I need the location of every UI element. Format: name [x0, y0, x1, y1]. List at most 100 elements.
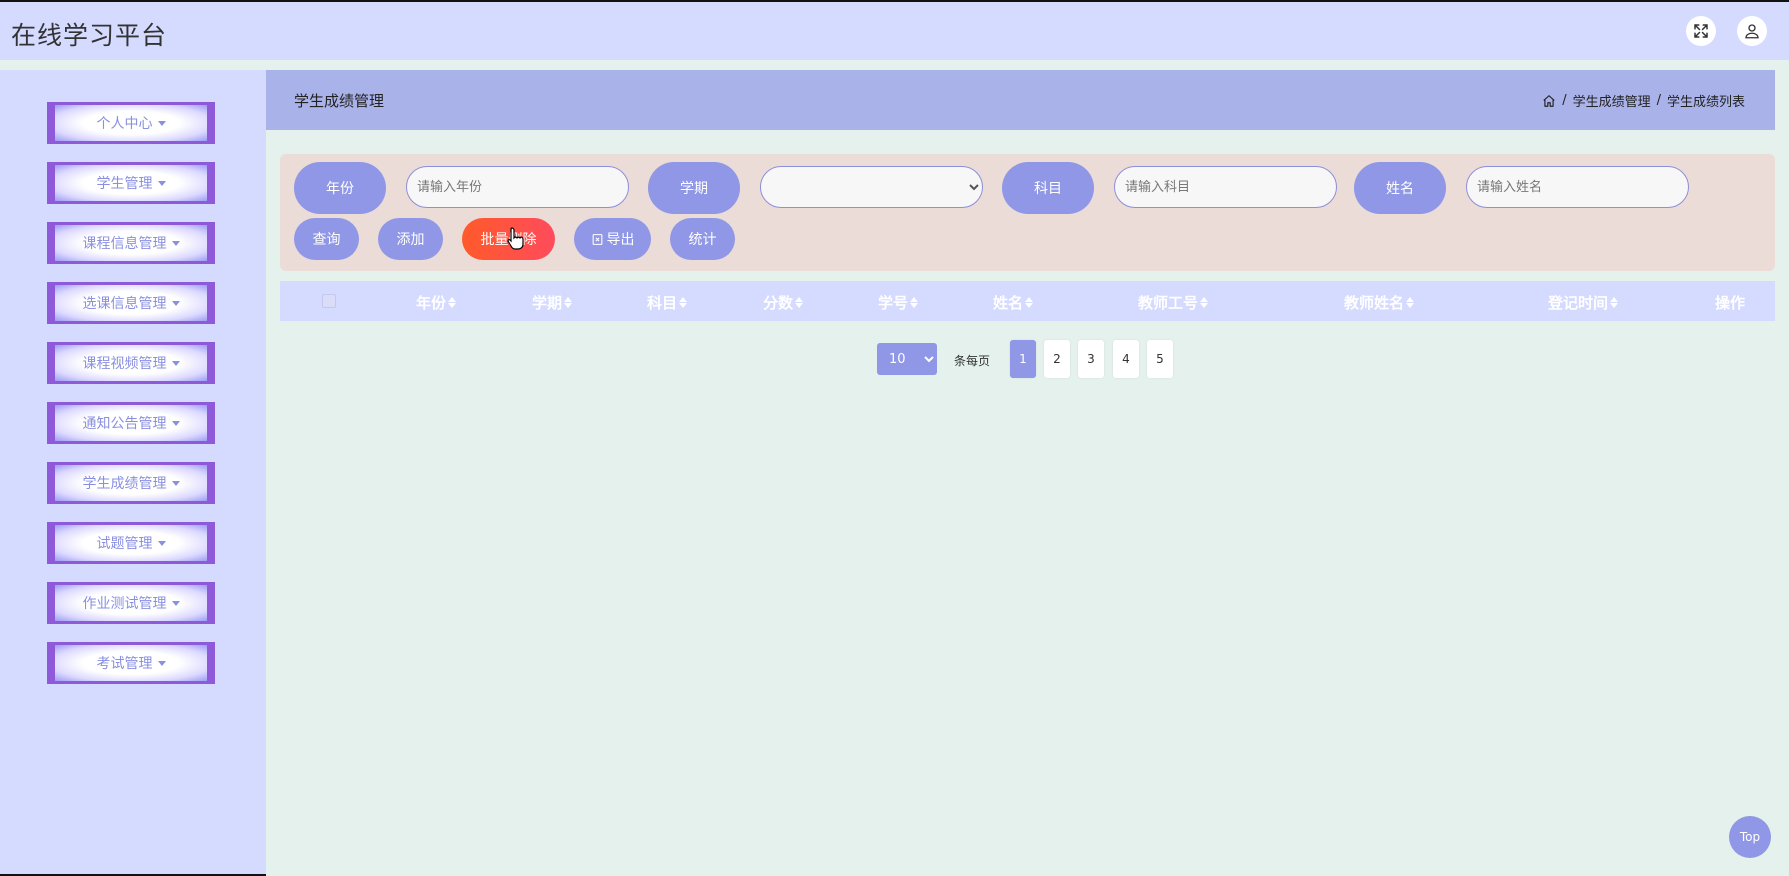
- column-label: 教师姓名: [1344, 294, 1405, 312]
- sidebar-item-exams[interactable]: 考试管理: [47, 642, 215, 684]
- user-icon: [1745, 24, 1759, 39]
- breadcrumb: / 学生成绩管理 / 学生成绩列表: [1542, 91, 1745, 110]
- breadcrumb-separator: /: [1562, 93, 1567, 108]
- export-button[interactable]: 导出: [574, 218, 651, 260]
- query-button[interactable]: 查询: [294, 218, 359, 260]
- column-header-teacher-name[interactable]: 教师姓名: [1344, 292, 1415, 313]
- caret-down-icon: [157, 660, 166, 666]
- year-input[interactable]: [406, 166, 629, 208]
- year-label: 年份: [294, 162, 386, 214]
- page-button-1[interactable]: 1: [1010, 340, 1036, 378]
- breadcrumb-item[interactable]: 学生成绩管理: [1573, 91, 1651, 110]
- sidebar-item-label: 考试管理: [96, 656, 153, 672]
- per-page-label: 条每页: [954, 354, 991, 368]
- sort-icon: [448, 297, 457, 308]
- column-label: 年份: [416, 294, 447, 312]
- caret-down-icon: [171, 300, 180, 306]
- page-size-select[interactable]: 10: [877, 343, 937, 375]
- sidebar-item-label: 试题管理: [96, 536, 153, 552]
- top-bar: 在线学习平台: [0, 0, 1789, 60]
- sidebar-item-label: 课程视频管理: [82, 356, 167, 372]
- sort-icon: [1406, 297, 1415, 308]
- caret-down-icon: [157, 180, 166, 186]
- batch-delete-button[interactable]: 批量删除: [462, 218, 555, 260]
- content-header: 学生成绩管理 / 学生成绩管理 / 学生成绩列表: [266, 70, 1775, 130]
- breadcrumb-item: 学生成绩列表: [1666, 95, 1745, 110]
- name-input[interactable]: [1466, 166, 1689, 208]
- column-label: 教师工号: [1138, 294, 1199, 312]
- column-header-year[interactable]: 年份: [416, 292, 457, 313]
- sort-icon: [795, 297, 804, 308]
- column-label: 操作: [1715, 294, 1746, 312]
- column-header-record-time[interactable]: 登记时间: [1548, 292, 1619, 313]
- sidebar: 个人中心 学生管理 课程信息管理 选课信息管理 课程视频管理 通知公告管理 学生…: [0, 70, 266, 876]
- column-label: 学期: [532, 294, 563, 312]
- column-label: 学号: [878, 294, 909, 312]
- export-label: 导出: [606, 232, 635, 248]
- column-header-student-id[interactable]: 学号: [878, 292, 919, 313]
- sort-icon: [1025, 297, 1034, 308]
- select-all-checkbox[interactable]: [322, 294, 336, 308]
- column-header-subject[interactable]: 科目: [647, 292, 688, 313]
- sort-icon: [1610, 297, 1619, 308]
- caret-down-icon: [171, 600, 180, 606]
- page-button-4[interactable]: 4: [1113, 340, 1139, 378]
- sidebar-item-label: 个人中心: [96, 116, 153, 132]
- column-header-actions: 操作: [1715, 292, 1745, 313]
- column-label: 登记时间: [1548, 294, 1609, 312]
- header-divider: [0, 60, 1789, 70]
- sidebar-item-label: 作业测试管理: [82, 596, 167, 612]
- sidebar-item-homework[interactable]: 作业测试管理: [47, 582, 215, 624]
- sidebar-item-notices[interactable]: 通知公告管理: [47, 402, 215, 444]
- caret-down-icon: [157, 540, 166, 546]
- app-title: 在线学习平台: [11, 21, 168, 50]
- caret-down-icon: [171, 360, 180, 366]
- column-label: 分数: [763, 294, 794, 312]
- sidebar-item-label: 课程信息管理: [82, 236, 167, 252]
- column-header-teacher-id[interactable]: 教师工号: [1138, 292, 1209, 313]
- caret-down-icon: [171, 240, 180, 246]
- name-label: 姓名: [1354, 162, 1446, 214]
- user-button[interactable]: [1737, 16, 1767, 46]
- sidebar-item-grades[interactable]: 学生成绩管理: [47, 462, 215, 504]
- add-button[interactable]: 添加: [378, 218, 443, 260]
- term-select[interactable]: [760, 166, 983, 208]
- sidebar-item-personal-center[interactable]: 个人中心: [47, 102, 215, 144]
- sidebar-item-label: 通知公告管理: [82, 416, 167, 432]
- term-label: 学期: [648, 162, 740, 214]
- page-button-3[interactable]: 3: [1078, 340, 1104, 378]
- column-header-term[interactable]: 学期: [532, 292, 573, 313]
- sidebar-item-label: 学生管理: [96, 176, 153, 192]
- fullscreen-button[interactable]: [1686, 16, 1716, 46]
- caret-down-icon: [157, 120, 166, 126]
- home-icon[interactable]: [1542, 94, 1556, 108]
- sidebar-item-label: 选课信息管理: [82, 296, 167, 312]
- page-button-2[interactable]: 2: [1044, 340, 1070, 378]
- subject-input[interactable]: [1114, 166, 1337, 208]
- search-panel: 年份 学期 科目 姓名 查询 添加 批量删除 导出 统计: [280, 154, 1775, 271]
- sort-icon: [910, 297, 919, 308]
- sidebar-item-course-videos[interactable]: 课程视频管理: [47, 342, 215, 384]
- sort-icon: [679, 297, 688, 308]
- column-label: 姓名: [993, 294, 1024, 312]
- sidebar-item-students[interactable]: 学生管理: [47, 162, 215, 204]
- sidebar-item-courses[interactable]: 课程信息管理: [47, 222, 215, 264]
- caret-down-icon: [171, 420, 180, 426]
- fullscreen-icon: [1694, 24, 1708, 38]
- sort-icon: [564, 297, 573, 308]
- page-title: 学生成绩管理: [294, 92, 385, 110]
- sidebar-item-course-selection[interactable]: 选课信息管理: [47, 282, 215, 324]
- back-to-top-button[interactable]: Top: [1729, 816, 1771, 858]
- breadcrumb-separator: /: [1656, 93, 1661, 108]
- sidebar-item-questions[interactable]: 试题管理: [47, 522, 215, 564]
- column-header-name[interactable]: 姓名: [993, 292, 1034, 313]
- page-button-5[interactable]: 5: [1147, 340, 1173, 378]
- column-label: 科目: [647, 294, 678, 312]
- column-header-score[interactable]: 分数: [763, 292, 804, 313]
- sort-icon: [1200, 297, 1209, 308]
- table-header: 年份 学期 科目 分数 学号 姓名 教师工号 教师姓名 登记时间 操作: [280, 281, 1775, 321]
- export-icon: [592, 233, 602, 245]
- stats-button[interactable]: 统计: [670, 218, 735, 260]
- caret-down-icon: [171, 480, 180, 486]
- subject-label: 科目: [1002, 162, 1094, 214]
